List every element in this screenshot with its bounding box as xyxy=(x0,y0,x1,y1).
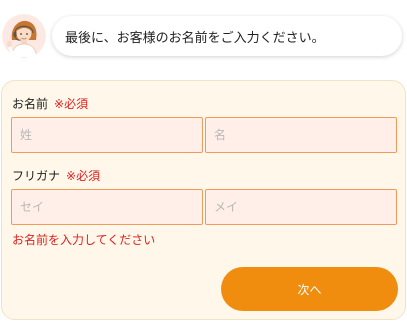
operator-avatar-icon xyxy=(2,14,46,58)
name-error-message: お名前を入力してください xyxy=(12,233,156,247)
assistant-message-text: 最後に、お客様のお名前をご入力ください。 xyxy=(65,30,325,46)
last-name-kana-input[interactable] xyxy=(11,189,203,225)
kana-required-badge: ※必須 xyxy=(66,169,101,183)
next-button[interactable]: 次へ xyxy=(221,267,398,311)
last-name-input[interactable] xyxy=(11,117,203,153)
kana-label-row: フリガナ ※必須 xyxy=(12,167,100,184)
chat-form-page: 最後に、お客様のお名前をご入力ください。 お名前 ※必須 フリガナ ※必須 お名前を… xyxy=(0,0,407,322)
name-label: お名前 xyxy=(12,97,49,111)
kana-label: フリガナ xyxy=(12,169,61,183)
assistant-message-bubble: 最後に、お客様のお名前をご入力ください。 xyxy=(52,16,402,56)
first-name-input[interactable] xyxy=(205,117,397,153)
name-label-row: お名前 ※必須 xyxy=(12,95,88,112)
name-form-card: お名前 ※必須 フリガナ ※必須 お名前を入力してください 次へ xyxy=(1,80,406,320)
first-name-kana-input[interactable] xyxy=(205,189,397,225)
name-required-badge: ※必須 xyxy=(54,97,89,111)
